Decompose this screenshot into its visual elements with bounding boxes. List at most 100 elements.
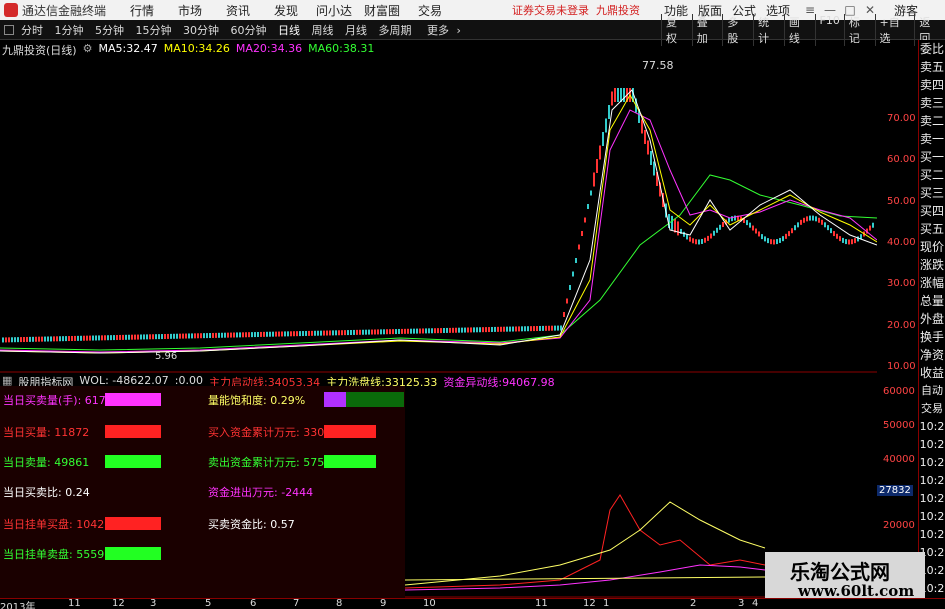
- candle: [8, 337, 10, 343]
- tab-multi-period[interactable]: 多周期: [375, 24, 416, 37]
- side-tab[interactable]: 买四: [919, 202, 945, 220]
- menu-trade[interactable]: 交易: [406, 2, 454, 19]
- axis-tick: 20.00: [887, 320, 916, 331]
- side-tab[interactable]: 委比: [919, 40, 945, 58]
- candle: [146, 334, 148, 340]
- candle: [296, 331, 298, 337]
- side-lower-item: 交易: [921, 402, 943, 415]
- candle: [98, 335, 100, 341]
- candle: [704, 237, 706, 243]
- time-label: 9: [380, 598, 387, 609]
- login-notice[interactable]: 证券交易未登录 九鼎投资: [512, 2, 640, 18]
- menu-market[interactable]: 市场: [166, 2, 214, 19]
- menu-quotes[interactable]: 行情: [118, 2, 166, 19]
- candle: [530, 326, 532, 332]
- tab-1min[interactable]: 1分钟: [51, 24, 88, 37]
- candle: [422, 328, 424, 334]
- candle: [641, 119, 643, 134]
- tab-30min[interactable]: 30分钟: [179, 24, 223, 37]
- panel-bar: [105, 393, 161, 406]
- side-tab[interactable]: 涨跌: [919, 256, 945, 274]
- candle: [329, 330, 331, 336]
- candle: [596, 159, 598, 173]
- side-tab[interactable]: 总量: [919, 292, 945, 310]
- tab-weekly[interactable]: 周线: [308, 24, 338, 37]
- menu-discover[interactable]: 发现: [262, 2, 310, 19]
- candle: [41, 336, 43, 342]
- side-tab[interactable]: 卖四: [919, 76, 945, 94]
- candle: [59, 336, 61, 342]
- candle: [263, 331, 265, 337]
- candle: [23, 337, 25, 343]
- candle: [386, 329, 388, 335]
- tab-5min[interactable]: 5分钟: [91, 24, 128, 37]
- menu-wealth[interactable]: 财富圈: [358, 2, 406, 19]
- candle: [647, 140, 649, 155]
- side-tab[interactable]: 卖二: [919, 112, 945, 130]
- candle: [155, 334, 157, 340]
- side-lower-item: 10:2: [919, 492, 945, 505]
- side-tab[interactable]: 现价: [919, 238, 945, 256]
- candle: [554, 325, 556, 331]
- candle: [611, 91, 613, 106]
- side-tab[interactable]: 外盘: [919, 310, 945, 328]
- main-chart-legend: 九鼎投资(日线) ⚙ MA5:32.47 MA10:34.26 MA20:34.…: [2, 42, 374, 58]
- side-tab[interactable]: 买二: [919, 166, 945, 184]
- candle: [74, 335, 76, 341]
- candle: [203, 333, 205, 339]
- candle: [2, 337, 4, 343]
- side-tab[interactable]: 买一: [919, 148, 945, 166]
- side-tab[interactable]: 卖三: [919, 94, 945, 112]
- candle: [77, 335, 79, 341]
- candle: [464, 327, 466, 333]
- current-value-badge: 27832: [877, 485, 913, 496]
- candle: [413, 328, 415, 334]
- time-label: 11: [68, 598, 81, 609]
- candle: [392, 329, 394, 335]
- layout-toggle-icon[interactable]: [4, 24, 14, 35]
- candle: [89, 335, 91, 341]
- menu-news[interactable]: 资讯: [214, 2, 262, 19]
- candle: [350, 330, 352, 335]
- tab-15min[interactable]: 15分钟: [132, 24, 176, 37]
- candle: [173, 333, 175, 339]
- candle: [428, 328, 430, 334]
- candle: [539, 325, 541, 331]
- candle: [830, 228, 832, 234]
- tab-intraday[interactable]: 分时: [17, 24, 47, 37]
- candle: [512, 326, 514, 332]
- candle: [176, 333, 178, 339]
- side-tab[interactable]: 卖一: [919, 130, 945, 148]
- candle: [110, 335, 112, 341]
- menu-ask[interactable]: 问小达: [310, 2, 358, 19]
- tab-daily[interactable]: 日线: [274, 24, 304, 37]
- tab-monthly[interactable]: 月线: [341, 24, 371, 37]
- tab-60min[interactable]: 60分钟: [227, 24, 271, 37]
- candle: [692, 238, 694, 244]
- zero-line: [404, 576, 766, 581]
- time-label: 7: [293, 598, 300, 609]
- candle: [485, 327, 487, 333]
- candle: [572, 271, 574, 277]
- main-wash-line: [404, 501, 766, 586]
- tab-more[interactable]: 更多 ›: [419, 24, 465, 37]
- ma60-legend: MA60:38.31: [308, 42, 375, 55]
- ma10-legend: MA10:34.26: [163, 42, 230, 55]
- side-tab[interactable]: 换手: [919, 328, 945, 346]
- side-tab[interactable]: 涨幅: [919, 274, 945, 292]
- side-tab[interactable]: 卖五: [919, 58, 945, 76]
- side-tab[interactable]: 买三: [919, 184, 945, 202]
- candle: [5, 337, 7, 343]
- side-tab[interactable]: 收益: [919, 364, 945, 382]
- side-tab[interactable]: 买五: [919, 220, 945, 238]
- settings-icon[interactable]: ⚙: [83, 42, 93, 58]
- candle: [548, 325, 550, 331]
- candle: [521, 326, 523, 332]
- candle: [461, 327, 463, 333]
- candle: [134, 334, 136, 340]
- side-tab[interactable]: 净资: [919, 346, 945, 364]
- indicator-panel: 当日买卖量(手): 61733 当日买量: 11872 当日卖量: 49861 当日买…: [0, 386, 405, 600]
- candle: [251, 332, 253, 338]
- candle: [761, 234, 763, 240]
- candle: [713, 230, 715, 236]
